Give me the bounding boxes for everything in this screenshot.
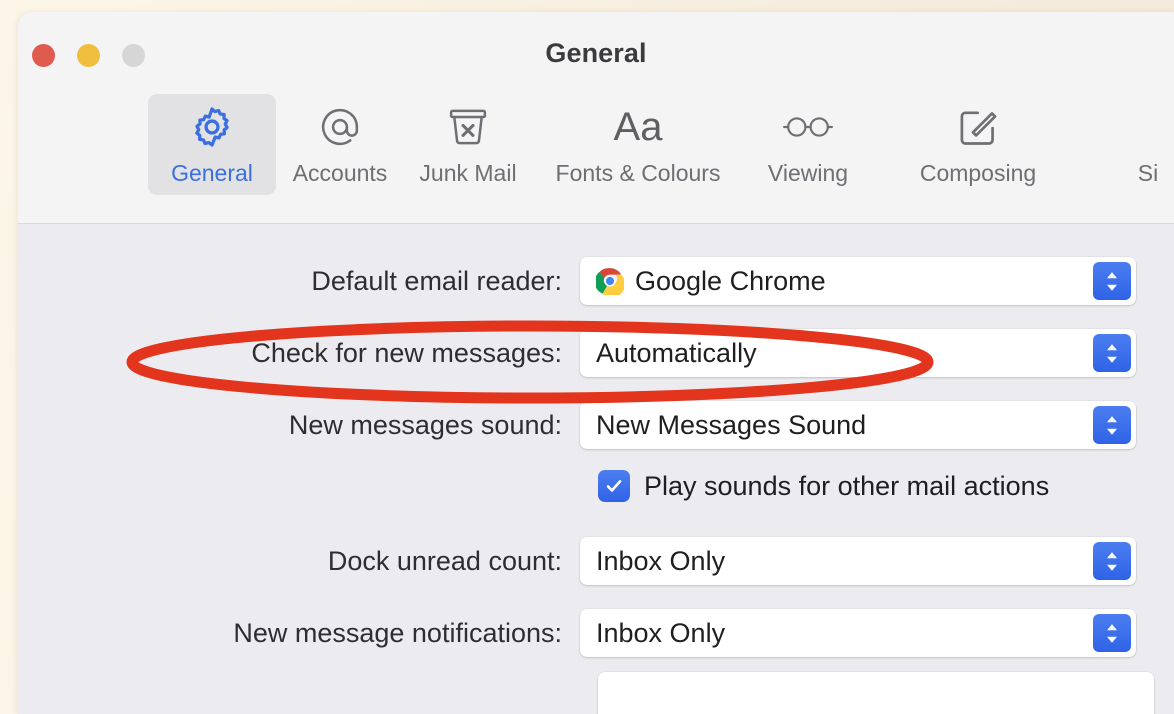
label-default-email-reader: Default email reader: [311, 265, 562, 296]
tab-label-junk-mail: Junk Mail [419, 160, 517, 186]
tab-label-fonts-colours: Fonts & Colours [555, 160, 721, 186]
checkbox-play-sounds[interactable] [598, 470, 630, 502]
at-sign-icon [317, 102, 363, 152]
tab-label-general: General [171, 160, 253, 186]
svg-text:Aa: Aa [614, 105, 664, 149]
tab-fonts-colours[interactable]: Aa Fonts & Colours [532, 94, 744, 195]
stepper-default-email-reader[interactable] [1093, 262, 1131, 300]
tab-label-signatures: Si [1137, 160, 1159, 186]
label-new-messages-sound: New messages sound: [288, 409, 562, 440]
row-dock-unread-count: Dock unread count: Inbox Only [18, 536, 1174, 586]
value-new-message-notifications: Inbox Only [596, 617, 726, 648]
window-title: General [545, 38, 647, 68]
row-default-email-reader: Default email reader: Google Chrome [18, 256, 1174, 306]
glasses-icon [780, 102, 836, 152]
popup-new-message-notifications[interactable]: Inbox Only [580, 609, 1136, 657]
value-new-messages-sound: New Messages Sound [596, 409, 867, 440]
stepper-new-messages-sound[interactable] [1093, 406, 1131, 444]
popup-next-setting-clipped[interactable] [598, 672, 1154, 714]
preferences-window: General General Accounts Junk Mail Aa Fo… [18, 12, 1174, 714]
tab-composing[interactable]: Composing [872, 94, 1084, 195]
general-settings-pane: Default email reader: Google Chrome Chec… [18, 224, 1174, 714]
window-titlebar: General [18, 12, 1174, 94]
row-new-messages-sound: New messages sound: New Messages Sound [18, 400, 1174, 450]
compose-pencil-icon [955, 102, 1001, 152]
stepper-new-message-notifications[interactable] [1093, 614, 1131, 652]
row-new-message-notifications: New message notifications: Inbox Only [18, 608, 1174, 658]
row-check-for-new-messages: Check for new messages: Automatically [18, 328, 1174, 378]
tab-signatures[interactable]: Si [1084, 94, 1174, 195]
value-default-email-reader: Google Chrome [635, 265, 826, 296]
fonts-aa-icon: Aa [608, 102, 668, 152]
label-check-for-new-messages: Check for new messages: [251, 337, 562, 368]
gear-icon [189, 102, 235, 152]
junk-bin-icon [445, 102, 491, 152]
label-play-sounds: Play sounds for other mail actions [644, 470, 1050, 501]
popup-check-for-new-messages[interactable]: Automatically [580, 329, 1136, 377]
stepper-dock-unread-count[interactable] [1093, 542, 1131, 580]
value-check-for-new-messages: Automatically [596, 337, 757, 368]
tab-label-composing: Composing [919, 160, 1037, 186]
chrome-icon [594, 267, 626, 298]
value-dock-unread-count: Inbox Only [596, 545, 726, 576]
popup-default-email-reader[interactable]: Google Chrome [580, 257, 1136, 305]
label-dock-unread-count: Dock unread count: [327, 545, 562, 576]
tab-label-accounts: Accounts [292, 160, 388, 186]
popup-dock-unread-count[interactable]: Inbox Only [580, 537, 1136, 585]
stepper-check-for-new-messages[interactable] [1093, 334, 1131, 372]
popup-new-messages-sound[interactable]: New Messages Sound [580, 401, 1136, 449]
tab-accounts[interactable]: Accounts [276, 94, 404, 195]
label-new-message-notifications: New message notifications: [233, 617, 562, 648]
tab-label-viewing: Viewing [767, 160, 849, 186]
tab-viewing[interactable]: Viewing [744, 94, 872, 195]
row-play-sounds[interactable]: Play sounds for other mail actions [598, 464, 1174, 508]
tab-junk-mail[interactable]: Junk Mail [404, 94, 532, 195]
tab-general[interactable]: General [148, 94, 276, 195]
preferences-toolbar: General Accounts Junk Mail Aa Fonts & Co… [18, 94, 1174, 224]
